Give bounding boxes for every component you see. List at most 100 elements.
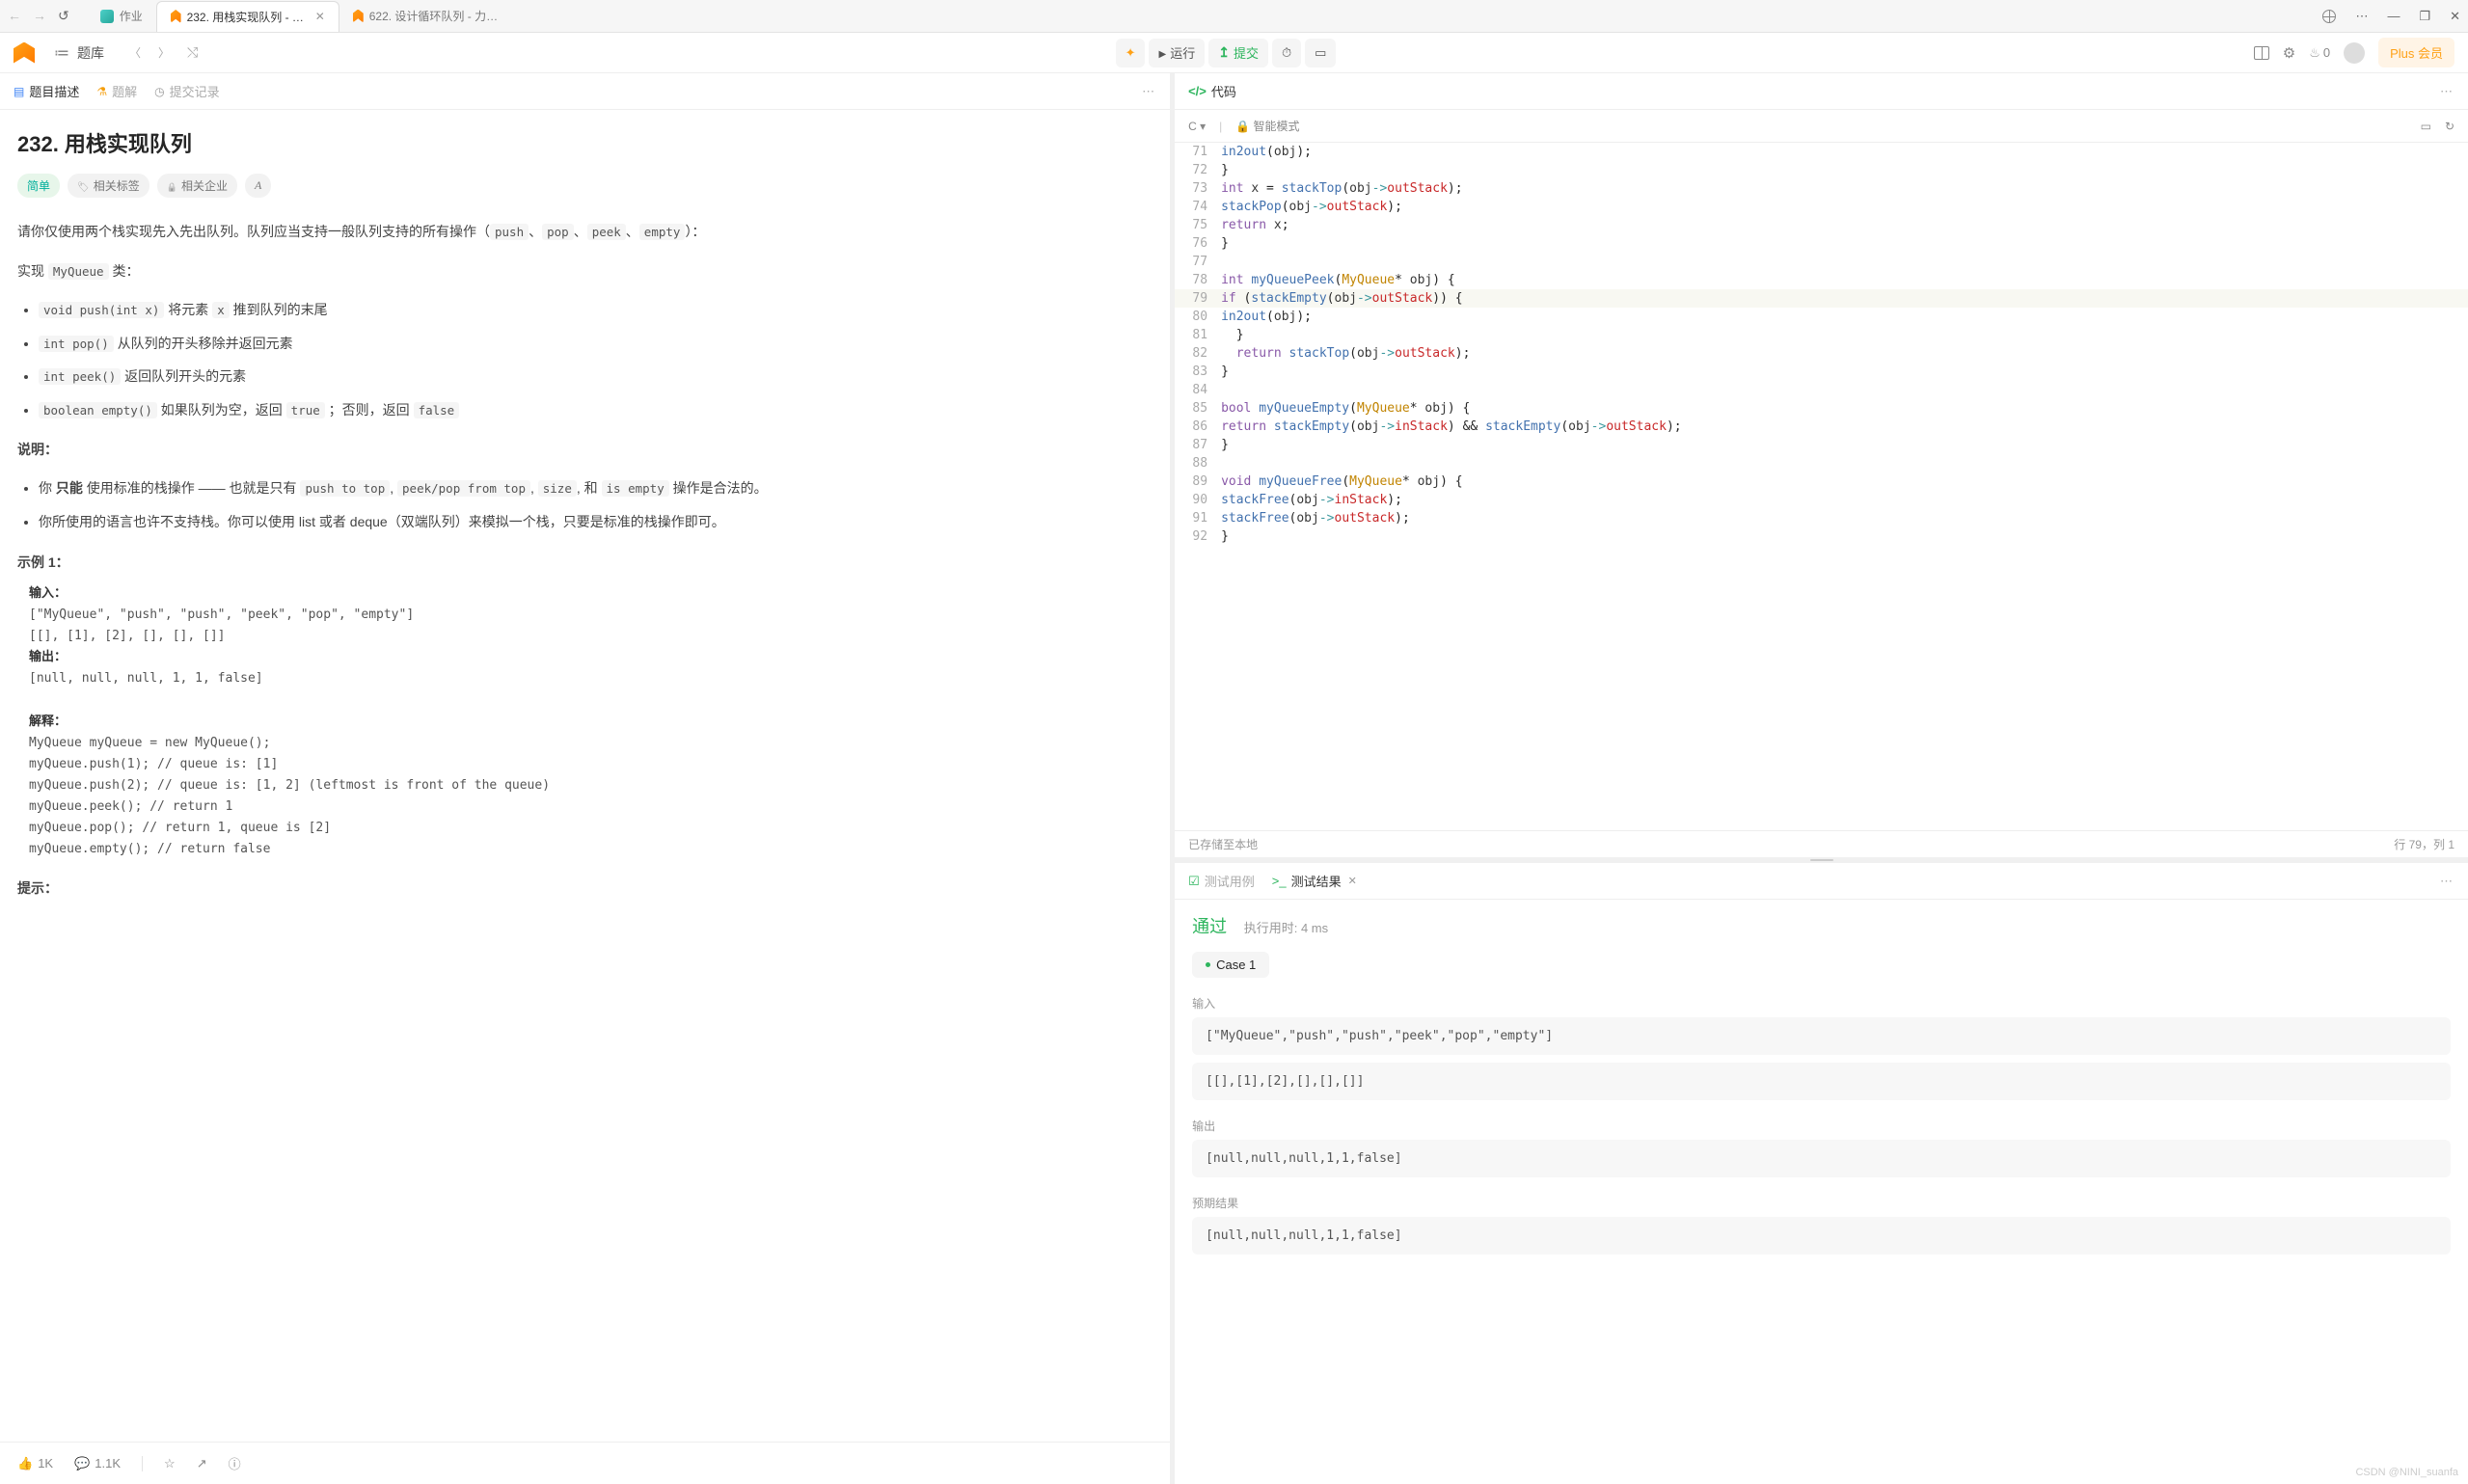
- timer-button[interactable]: ⏱: [1272, 39, 1301, 67]
- right-actions: 0 Plus 会员: [2254, 38, 2454, 67]
- run-button[interactable]: 运行: [1149, 39, 1205, 67]
- avatar[interactable]: [2344, 42, 2365, 64]
- language-select[interactable]: C ▾: [1188, 120, 1206, 133]
- chevron-left-icon[interactable]: 〈: [129, 44, 141, 61]
- settings-icon[interactable]: [2283, 44, 2295, 62]
- tab-solution[interactable]: ⚗题解: [96, 82, 137, 100]
- share-button[interactable]: ↗: [197, 1456, 207, 1471]
- code-content: return stackTop(obj->outStack);: [1221, 344, 1470, 363]
- code-line[interactable]: 91stackFree(obj->outStack);: [1175, 509, 2468, 527]
- code-line[interactable]: 81 }: [1175, 326, 2468, 344]
- difficulty-tag: 简单: [17, 174, 60, 198]
- code-line[interactable]: 76}: [1175, 234, 2468, 253]
- related-tags-chip[interactable]: 相关标签: [68, 174, 149, 198]
- note-op3: size: [538, 480, 577, 497]
- code-line[interactable]: 73int x = stackTop(obj->outStack);: [1175, 179, 2468, 198]
- code-content: }: [1221, 436, 1229, 454]
- bookmark-icon[interactable]: ▭: [2421, 120, 2431, 133]
- feedback-button[interactable]: ⓘ: [229, 1454, 241, 1472]
- plus-button[interactable]: Plus 会员: [2378, 38, 2454, 67]
- code-content: return stackEmpty(obj->inStack) && stack…: [1221, 418, 1682, 436]
- reset-icon[interactable]: ↻: [2445, 120, 2454, 133]
- minimize-button[interactable]: —: [2387, 9, 2400, 23]
- result-body[interactable]: 通过 执行用时: 4 ms Case 1 输入 ["MyQueue","push…: [1175, 900, 2468, 1484]
- code-more-icon[interactable]: ⋯: [2440, 84, 2454, 99]
- code-editor[interactable]: 71in2out(obj);72}73int x = stackTop(obj-…: [1175, 143, 2468, 830]
- submit-button[interactable]: 提交: [1208, 39, 1268, 67]
- code-line[interactable]: 75return x;: [1175, 216, 2468, 234]
- tab-code-label: 代码: [1211, 82, 1236, 100]
- code-line[interactable]: 85bool myQueueEmpty(MyQueue* obj) {: [1175, 399, 2468, 418]
- play-icon: [1158, 45, 1166, 60]
- line-number: 77: [1175, 253, 1221, 271]
- forward-button[interactable]: →: [33, 8, 46, 24]
- code-line[interactable]: 92}: [1175, 527, 2468, 546]
- code-content: stackFree(obj->outStack);: [1221, 509, 1410, 527]
- problems-link[interactable]: 题库 〈 〉 ⤭: [54, 43, 198, 63]
- leetcode-logo[interactable]: [14, 42, 35, 64]
- code-line[interactable]: 83}: [1175, 363, 2468, 381]
- streak-counter[interactable]: 0: [2309, 45, 2330, 61]
- close-tab-icon[interactable]: ✕: [315, 10, 325, 23]
- code-line[interactable]: 77: [1175, 253, 2468, 271]
- tab-code[interactable]: </>代码: [1188, 82, 1236, 100]
- line-number: 91: [1175, 509, 1221, 527]
- code-line[interactable]: 89void myQueueFree(MyQueue* obj) {: [1175, 472, 2468, 491]
- back-button[interactable]: ←: [8, 8, 21, 24]
- close-result-icon[interactable]: ✕: [1348, 875, 1357, 887]
- code-line[interactable]: 71in2out(obj);: [1175, 143, 2468, 161]
- tab-description-label: 题目描述: [29, 82, 79, 100]
- globe-icon[interactable]: [2322, 10, 2336, 23]
- chevron-right-icon[interactable]: 〉: [158, 44, 170, 61]
- result-more-icon[interactable]: ⋯: [2440, 874, 2454, 889]
- code-line[interactable]: 90stackFree(obj->inStack);: [1175, 491, 2468, 509]
- tab-result[interactable]: >_测试结果✕: [1272, 872, 1357, 890]
- code-line[interactable]: 87}: [1175, 436, 2468, 454]
- font-size-chip[interactable]: A: [245, 174, 271, 198]
- maximize-button[interactable]: ❐: [2419, 9, 2430, 24]
- code-line[interactable]: 84: [1175, 381, 2468, 399]
- problem-title: 232. 用栈实现队列: [17, 127, 1153, 158]
- tab-description[interactable]: ▤题目描述: [14, 82, 79, 100]
- browser-tab[interactable]: 622. 设计循环队列 - 力扣 (LeetC…: [339, 1, 523, 32]
- code-line[interactable]: 79if (stackEmpty(obj->outStack)) {: [1175, 289, 2468, 308]
- code-line[interactable]: 82 return stackTop(obj->outStack);: [1175, 344, 2468, 363]
- smart-mode[interactable]: 🔒 智能模式: [1235, 118, 1299, 134]
- browser-tab[interactable]: 作业: [87, 1, 156, 32]
- code-line[interactable]: 72}: [1175, 161, 2468, 179]
- code-content: }: [1221, 363, 1229, 381]
- beaker-icon: ⚗: [96, 85, 107, 98]
- line-number: 73: [1175, 179, 1221, 198]
- tab-testcase[interactable]: ☑测试用例: [1188, 872, 1255, 890]
- cursor-position: 行 79，列 1: [2394, 836, 2454, 852]
- code-line[interactable]: 78int myQueuePeek(MyQueue* obj) {: [1175, 271, 2468, 289]
- layout-icon[interactable]: [2254, 46, 2269, 60]
- related-companies-chip[interactable]: 相关企业: [157, 174, 237, 198]
- tab-history[interactable]: ◷提交记录: [154, 82, 220, 100]
- code-content: }: [1221, 326, 1243, 344]
- list-icon: [54, 43, 69, 63]
- code-line[interactable]: 88: [1175, 454, 2468, 472]
- code-line[interactable]: 80in2out(obj);: [1175, 308, 2468, 326]
- description-body[interactable]: 232. 用栈实现队列 简单 相关标签 相关企业 A 请你仅使用两个栈实现先入先…: [0, 110, 1170, 1442]
- tab-history-label: 提交记录: [170, 82, 220, 100]
- like-button[interactable]: 👍 1K: [17, 1456, 53, 1471]
- comment-button[interactable]: 💬 1.1K: [74, 1456, 121, 1471]
- horizontal-splitter[interactable]: [1175, 857, 2468, 863]
- line-number: 86: [1175, 418, 1221, 436]
- shuffle-icon[interactable]: ⤭: [187, 44, 198, 61]
- case-pill[interactable]: Case 1: [1192, 952, 1269, 978]
- star-button[interactable]: ☆: [164, 1456, 176, 1471]
- more-icon[interactable]: ⋯: [2355, 9, 2368, 24]
- note-op2: peek/pop from top: [397, 480, 530, 497]
- input-box-2: [[],[1],[2],[],[],[]]: [1192, 1063, 2451, 1100]
- panel-more-icon[interactable]: ⋯: [1142, 84, 1156, 99]
- browser-tab[interactable]: 232. 用栈实现队列 - 力扣 (L…✕: [156, 1, 339, 32]
- code-line[interactable]: 74stackPop(obj->outStack);: [1175, 198, 2468, 216]
- code-line[interactable]: 86return stackEmpty(obj->inStack) && sta…: [1175, 418, 2468, 436]
- divider: [142, 1456, 143, 1471]
- premium-button[interactable]: ✦: [1116, 39, 1146, 67]
- reload-button[interactable]: ↺: [58, 8, 69, 24]
- note-button[interactable]: ▭: [1305, 39, 1336, 67]
- close-window-button[interactable]: ✕: [2450, 9, 2460, 24]
